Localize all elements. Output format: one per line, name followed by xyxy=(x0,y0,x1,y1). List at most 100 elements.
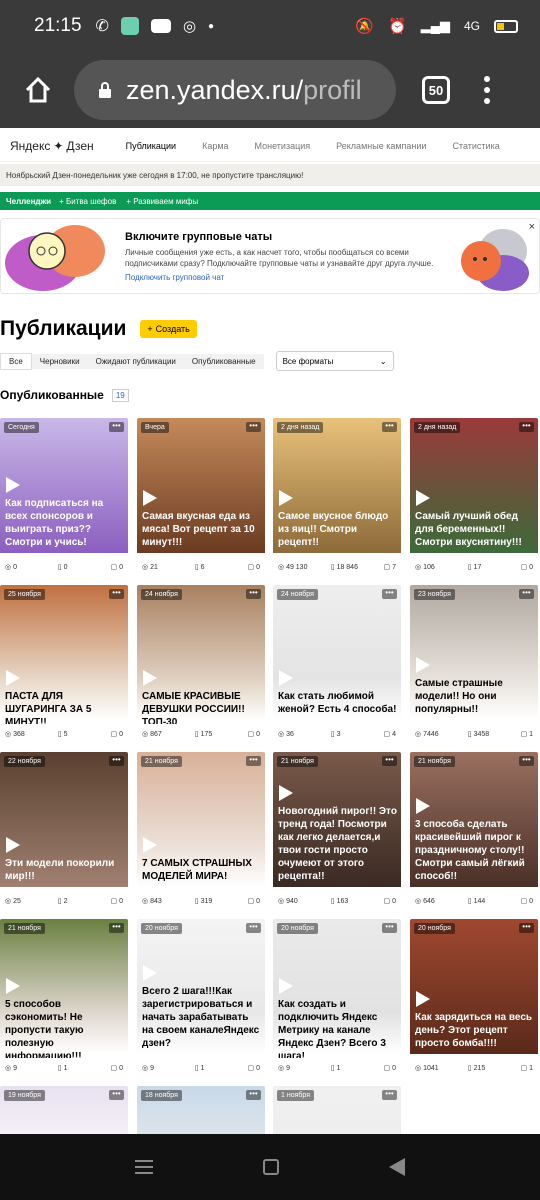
browser-menu-button[interactable] xyxy=(484,76,490,104)
play-icon xyxy=(143,670,157,686)
more-icon[interactable]: ••• xyxy=(246,923,261,933)
filter-pending[interactable]: Ожидают публикации xyxy=(87,353,184,369)
url-field[interactable]: zen.yandex.ru/profil xyxy=(74,60,396,120)
filter-drafts[interactable]: Черновики xyxy=(31,353,88,369)
views-count: 1041 xyxy=(423,1065,439,1072)
views-count: 940 xyxy=(286,898,298,905)
play-icon xyxy=(279,785,293,801)
publication-card[interactable]: Сегодня ••• Как подписаться на всех спонсо… xyxy=(0,418,128,577)
play-icon xyxy=(416,798,430,814)
more-icon[interactable]: ••• xyxy=(109,422,124,432)
zen-logo[interactable]: Яндекс ✦ Дзен xyxy=(10,139,94,153)
more-icon[interactable]: ••• xyxy=(382,756,397,766)
publication-card[interactable]: 21 ноября ••• 5 способов сэкономить! Не пр… xyxy=(0,919,128,1078)
published-label: Опубликованные xyxy=(0,388,104,402)
more-icon[interactable]: ••• xyxy=(109,756,124,766)
comments-count: 0 xyxy=(256,731,260,738)
challenge-chefs[interactable]: + Битва шефов xyxy=(59,197,116,206)
more-icon[interactable]: ••• xyxy=(246,756,261,766)
tabs-button[interactable]: 50 xyxy=(422,76,450,104)
reads-count: 175 xyxy=(200,731,213,738)
publication-card[interactable]: 20 ноября ••• Всего 2 шага!!!Как зарегистр… xyxy=(137,919,265,1078)
card-date: 2 дня назад xyxy=(414,422,461,433)
site-header: Яндекс ✦ Дзен Публикации Карма Монетизац… xyxy=(0,130,540,162)
publication-card[interactable]: 23 ноября ••• Самые страшные модели!! Но о… xyxy=(410,585,538,744)
views-stat: ◎ 36 xyxy=(278,731,294,738)
more-icon[interactable]: ••• xyxy=(519,589,534,599)
more-icon[interactable]: ••• xyxy=(519,923,534,933)
publication-card[interactable]: 21 ноября ••• Новогодний пирог!! Это тренд… xyxy=(273,752,401,911)
reads-stat: ▯ 1 xyxy=(194,1065,205,1072)
filter-published[interactable]: Опубликованные xyxy=(183,353,264,369)
publication-card[interactable]: 2 дня назад ••• Самое вкусное блюдо из яиц… xyxy=(273,418,401,577)
url-path: profil xyxy=(303,74,362,105)
card-date: 21 ноября xyxy=(4,923,45,934)
format-select[interactable]: Все форматы ⌄ xyxy=(275,351,394,371)
reads-stat: ▯ 1 xyxy=(57,1065,68,1072)
nav-ad-campaigns[interactable]: Рекламные кампании xyxy=(336,141,426,151)
publication-card[interactable]: 25 ноября ••• ПАСТА ДЛЯ ШУГАРИНГА ЗА 5 МИН… xyxy=(0,585,128,744)
back-button[interactable] xyxy=(389,1158,405,1176)
challenge-myths[interactable]: + Развиваем мифы xyxy=(126,197,198,206)
home-button[interactable] xyxy=(18,70,58,110)
app-icon xyxy=(120,17,139,35)
published-section-header: Опубликованные 19 xyxy=(0,388,540,402)
create-button[interactable]: + Создать xyxy=(140,320,197,338)
more-icon[interactable]: ••• xyxy=(109,1090,124,1100)
card-stats: ◎ 1041 ▯ 215 ▢ 1 xyxy=(410,1058,538,1078)
more-icon[interactable]: ••• xyxy=(382,422,397,432)
publication-card[interactable]: 20 ноября ••• Как зарядиться на весь день?… xyxy=(410,919,538,1078)
publication-card[interactable]: 2 дня назад ••• Самый лучший обед для бере… xyxy=(410,418,538,577)
card-stats: ◎ 867 ▯ 175 ▢ 0 xyxy=(137,724,265,744)
more-icon[interactable]: ••• xyxy=(382,589,397,599)
reads-stat: ▯ 319 xyxy=(194,898,213,905)
views-count: 867 xyxy=(150,731,162,738)
card-stats: ◎ 7446 ▯ 3458 ▢ 1 xyxy=(410,724,538,744)
more-icon[interactable]: ••• xyxy=(382,923,397,933)
publication-card[interactable]: 20 ноября ••• Как создать и подключить Янд… xyxy=(273,919,401,1078)
publication-card[interactable]: 24 ноября ••• САМЫЕ КРАСИВЫЕ ДЕВУШКИ РОССИ… xyxy=(137,585,265,744)
comments-stat: ▢ 0 xyxy=(110,1065,123,1072)
nav-statistics[interactable]: Статистика xyxy=(452,141,499,151)
publication-card[interactable]: 21 ноября ••• 7 САМЫХ СТРАШНЫХ МОДЕЛЕЙ МИР… xyxy=(137,752,265,911)
card-title: Самые страшные модели!! Но они популярны… xyxy=(415,678,503,715)
promo-close-button[interactable]: × xyxy=(529,221,535,233)
announcement-banner[interactable]: Ноябрьский Дзен-понедельник уже сегодня … xyxy=(0,164,540,186)
comments-count: 1 xyxy=(529,1065,533,1072)
reads-count: 215 xyxy=(473,1065,486,1072)
more-icon[interactable]: ••• xyxy=(246,1090,261,1100)
home-nav-button[interactable] xyxy=(263,1159,279,1175)
publication-card[interactable]: 19 ноября ••• xyxy=(0,1086,128,1134)
comments-stat: ▢ 0 xyxy=(520,898,533,905)
more-icon[interactable]: ••• xyxy=(519,756,534,766)
reads-stat: ▯ 6 xyxy=(194,564,205,571)
comments-stat: ▢ 0 xyxy=(247,564,260,571)
publication-card[interactable]: 1 ноября ••• xyxy=(273,1086,401,1134)
connect-group-chat-link[interactable]: Подключить групповой чат xyxy=(125,273,224,282)
reads-stat: ▯ 0 xyxy=(57,564,68,571)
views-stat: ◎ 9 xyxy=(142,1065,154,1072)
more-icon[interactable]: ••• xyxy=(246,422,261,432)
comments-stat: ▢ 0 xyxy=(247,1065,260,1072)
recent-apps-button[interactable] xyxy=(135,1160,153,1174)
publication-card[interactable]: Вчера ••• Самая вкусная еда из мяса! Вот р… xyxy=(137,418,265,577)
publication-card[interactable]: 21 ноября ••• 3 способа сделать красивейши… xyxy=(410,752,538,911)
more-icon[interactable]: ••• xyxy=(109,589,124,599)
publication-card[interactable]: 24 ноября ••• Как стать любимой женой? Ест… xyxy=(273,585,401,744)
promo-title: Включите групповые чаты xyxy=(125,231,273,243)
reads-stat: ▯ 144 xyxy=(467,898,486,905)
more-icon[interactable]: ••• xyxy=(519,422,534,432)
card-title: Самое вкусное блюдо из яиц!! Смотри реце… xyxy=(278,511,389,548)
publication-card[interactable]: 22 ноября ••• Эти модели покорили мир!!! ◎ … xyxy=(0,752,128,911)
nav-karma[interactable]: Карма xyxy=(202,141,228,151)
card-stats: ◎ 940 ▯ 163 ▢ 0 xyxy=(273,891,401,911)
views-stat: ◎ 646 xyxy=(415,898,435,905)
more-icon[interactable]: ••• xyxy=(382,1090,397,1100)
nav-publications[interactable]: Публикации xyxy=(126,141,176,151)
group-chat-promo: Включите групповые чаты Личные сообщения… xyxy=(0,218,540,294)
more-icon[interactable]: ••• xyxy=(109,923,124,933)
filter-all[interactable]: Все xyxy=(0,352,32,370)
nav-monetization[interactable]: Монетизация xyxy=(255,141,311,151)
more-icon[interactable]: ••• xyxy=(246,589,261,599)
publication-card[interactable]: 18 ноября ••• xyxy=(137,1086,265,1134)
